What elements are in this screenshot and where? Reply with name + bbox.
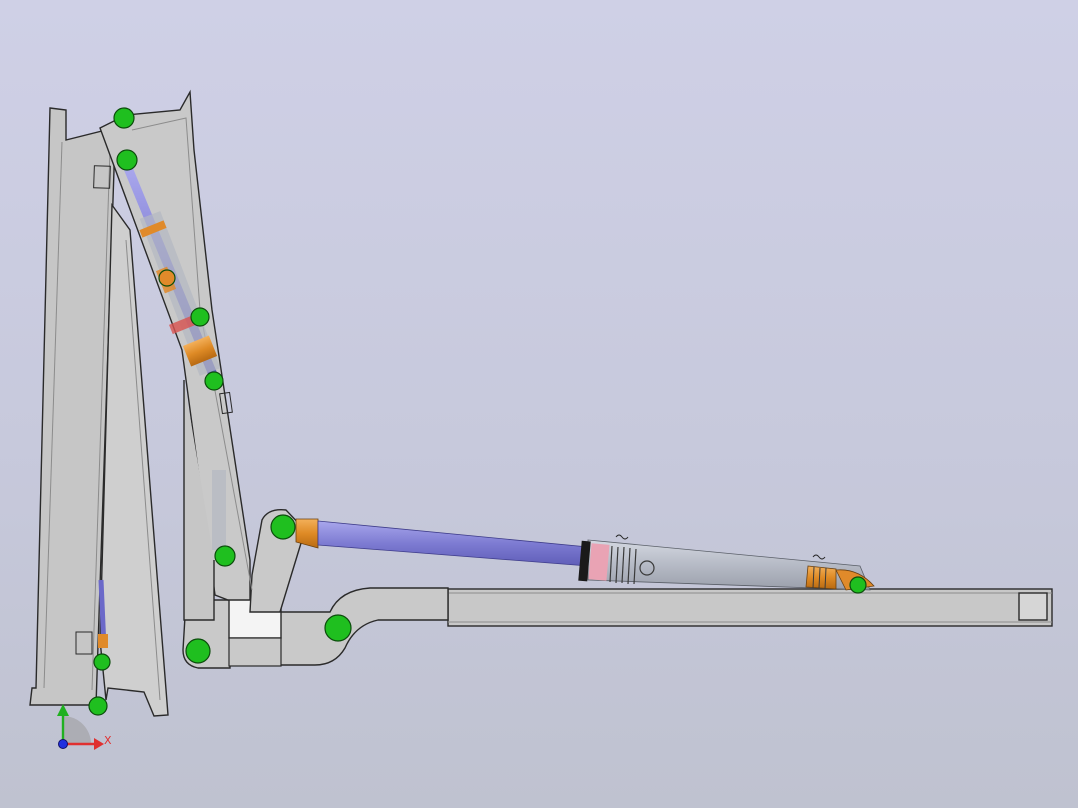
piston-rod [317, 520, 589, 567]
base-beam[interactable] [447, 588, 1053, 627]
pin-joint [324, 614, 352, 642]
pin-joint [113, 107, 135, 129]
pin-joint [116, 149, 138, 171]
pin-joint [93, 653, 111, 671]
x-axis-label: X [104, 734, 112, 747]
pin-joint [185, 638, 211, 664]
cad-viewport[interactable]: X [0, 0, 1078, 808]
beam-end-opening [1018, 592, 1048, 621]
folding-boom-assembly[interactable]: X [0, 0, 1078, 808]
pin-joint [849, 576, 867, 594]
seal-pack [588, 543, 610, 581]
z-axis-dot [58, 739, 68, 749]
pin-joint [88, 696, 108, 716]
pin-joint [270, 514, 296, 540]
main-hydraulic-cylinder[interactable] [295, 518, 875, 591]
cap-end-fitting [805, 565, 837, 590]
pin-joint [190, 307, 210, 327]
pin-joint [214, 545, 236, 567]
base-bracket[interactable] [182, 587, 449, 669]
pin-joint [204, 371, 224, 391]
pin-joint [158, 269, 176, 287]
